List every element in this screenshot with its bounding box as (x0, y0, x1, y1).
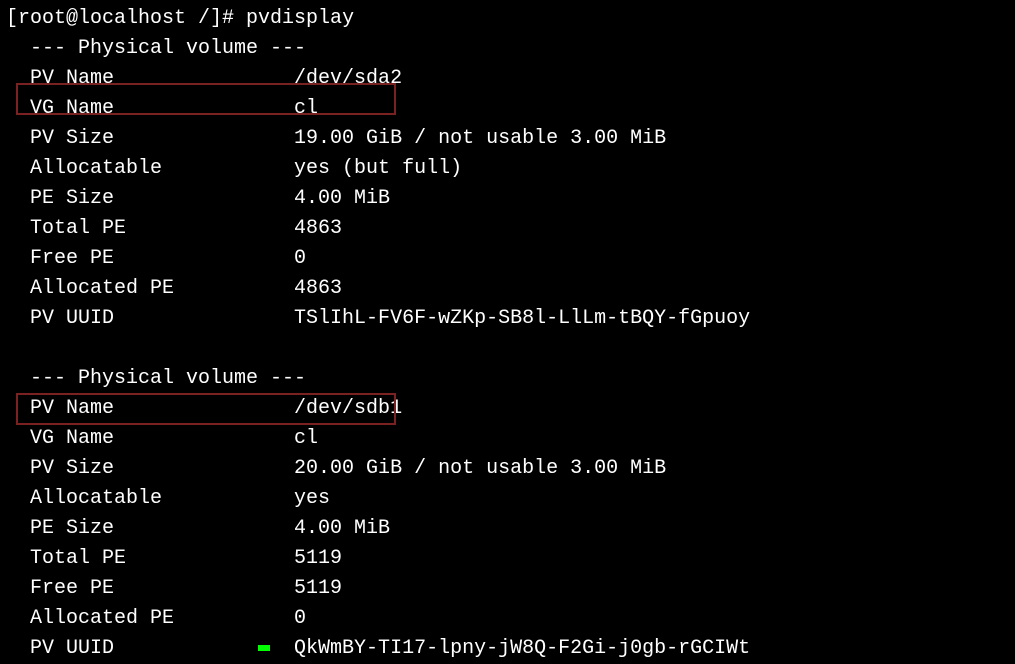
free-pe-row-1: Free PE 0 (6, 244, 1009, 274)
pv-name-label: PV Name (6, 67, 294, 90)
vg-name-label: VG Name (6, 97, 294, 120)
free-pe-label: Free PE (6, 247, 294, 270)
pe-size-row-1: PE Size 4.00 MiB (6, 184, 1009, 214)
pv-size-row-2: PV Size 20.00 GiB / not usable 3.00 MiB (6, 454, 1009, 484)
free-pe-row-2: Free PE 5119 (6, 574, 1009, 604)
pe-size-label: PE Size (6, 187, 294, 210)
total-pe-value: 4863 (294, 217, 342, 240)
pv-name-value: /dev/sdb1 (294, 397, 402, 420)
total-pe-label: Total PE (6, 547, 294, 570)
section-header-1: --- Physical volume --- (6, 34, 1009, 64)
alloc-pe-row-1: Allocated PE 4863 (6, 274, 1009, 304)
pv-uuid-value: TSlIhL-FV6F-wZKp-SB8l-LlLm-tBQY-fGpuoy (294, 307, 750, 330)
allocatable-row-1: Allocatable yes (but full) (6, 154, 1009, 184)
pv-size-value: 20.00 GiB / not usable 3.00 MiB (294, 457, 666, 480)
pv-uuid-value: QkWmBY-TI17-lpny-jW8Q-F2Gi-j0gb-rGCIWt (294, 637, 750, 660)
pv-uuid-label: PV UUID (6, 307, 294, 330)
prompt-line[interactable]: [root@localhost /]# pvdisplay (6, 4, 1009, 34)
pe-size-row-2: PE Size 4.00 MiB (6, 514, 1009, 544)
vg-name-value: cl (294, 97, 318, 120)
pe-size-label: PE Size (6, 517, 294, 540)
total-pe-row-1: Total PE 4863 (6, 214, 1009, 244)
pv-uuid-label: PV UUID (6, 637, 294, 660)
allocatable-value: yes (but full) (294, 157, 462, 180)
command-text: pvdisplay (246, 7, 354, 30)
alloc-pe-label: Allocated PE (6, 277, 294, 300)
vg-name-value: cl (294, 427, 318, 450)
pv-size-value: 19.00 GiB / not usable 3.00 MiB (294, 127, 666, 150)
pv-size-label: PV Size (6, 457, 294, 480)
vg-name-row-2: VG Name cl (6, 424, 1009, 454)
alloc-pe-value: 4863 (294, 277, 342, 300)
blank-line (6, 334, 1009, 364)
pv-uuid-row-1: PV UUID TSlIhL-FV6F-wZKp-SB8l-LlLm-tBQY-… (6, 304, 1009, 334)
free-pe-value: 0 (294, 247, 306, 270)
allocatable-row-2: Allocatable yes (6, 484, 1009, 514)
allocatable-label: Allocatable (6, 157, 294, 180)
vg-name-row-1: VG Name cl (6, 94, 1009, 124)
total-pe-label: Total PE (6, 217, 294, 240)
pv-name-row-1: PV Name /dev/sda2 (6, 64, 1009, 94)
terminal-cursor (258, 645, 270, 651)
allocatable-label: Allocatable (6, 487, 294, 510)
free-pe-value: 5119 (294, 577, 342, 600)
pv-name-label: PV Name (6, 397, 294, 420)
pv-name-row-2: PV Name /dev/sdb1 (6, 394, 1009, 424)
pe-size-value: 4.00 MiB (294, 517, 390, 540)
alloc-pe-row-2: Allocated PE 0 (6, 604, 1009, 634)
free-pe-label: Free PE (6, 577, 294, 600)
alloc-pe-value: 0 (294, 607, 306, 630)
section-header-2: --- Physical volume --- (6, 364, 1009, 394)
total-pe-value: 5119 (294, 547, 342, 570)
pv-size-row-1: PV Size 19.00 GiB / not usable 3.00 MiB (6, 124, 1009, 154)
shell-prompt: [root@localhost /]# (6, 7, 246, 30)
total-pe-row-2: Total PE 5119 (6, 544, 1009, 574)
allocatable-value: yes (294, 487, 330, 510)
vg-name-label: VG Name (6, 427, 294, 450)
pv-name-value: /dev/sda2 (294, 67, 402, 90)
pe-size-value: 4.00 MiB (294, 187, 390, 210)
pv-uuid-row-2: PV UUID QkWmBY-TI17-lpny-jW8Q-F2Gi-j0gb-… (6, 634, 1009, 664)
pv-size-label: PV Size (6, 127, 294, 150)
alloc-pe-label: Allocated PE (6, 607, 294, 630)
